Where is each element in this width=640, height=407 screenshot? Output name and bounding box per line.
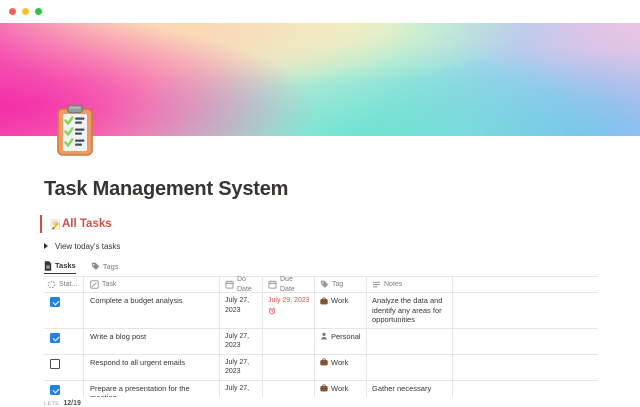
calendar-icon (268, 280, 277, 289)
page-title: Task Management System (44, 178, 289, 200)
toggle-label[interactable]: View today's tasks (55, 242, 120, 251)
tag-label: Work (331, 383, 349, 393)
due-date-cell[interactable] (263, 328, 315, 354)
pencil-square-icon (90, 280, 99, 289)
table-row: Write a blog post July 27, 2023 Personal (44, 328, 598, 355)
all-tasks-heading: All Tasks (40, 215, 640, 233)
table-row-clipped: Prepare a presentation for the meeting J… (44, 380, 598, 397)
due-date-cell[interactable]: July 29, 2023 (263, 293, 315, 328)
notes-cell[interactable]: Gather necessary (367, 380, 453, 397)
notes-cell[interactable]: Analyze the data and identify any areas … (367, 293, 453, 328)
memo-icon (50, 218, 60, 230)
column-header-status[interactable]: Stat... (44, 277, 84, 292)
tag-label: Work (331, 296, 349, 305)
status-cell[interactable] (44, 293, 84, 328)
do-date-cell[interactable]: July 27, 2023 (220, 328, 263, 354)
footer-calc-value: 12/19 (63, 399, 81, 407)
tag-label: Work (331, 357, 349, 367)
row-empty-space[interactable] (453, 355, 598, 380)
task-cell[interactable]: Prepare a presentation for the meeting (84, 380, 220, 397)
tag-icon (91, 262, 99, 270)
briefcase-icon (320, 297, 328, 304)
column-header-task[interactable]: Task (84, 277, 220, 292)
task-cell[interactable]: Respond to all urgent emails (84, 354, 220, 380)
database-view-tabs: Tasks Tags (44, 260, 640, 274)
document-icon (44, 260, 52, 271)
calendar-icon (225, 280, 234, 289)
traffic-light-fullscreen-button[interactable] (35, 8, 42, 15)
tag-cell[interactable]: Personal (315, 328, 367, 354)
traffic-light-minimize-button[interactable] (22, 8, 29, 15)
person-icon (321, 332, 327, 340)
task-cell[interactable]: Write a blog post (84, 328, 220, 354)
due-date-cell[interactable] (263, 380, 315, 397)
table-header-empty-space[interactable] (453, 277, 598, 292)
all-tasks-heading-label: All Tasks (62, 218, 112, 230)
do-date-cell[interactable]: July 27, 2023 (220, 354, 263, 380)
task-checkbox[interactable] (50, 332, 60, 343)
tag-cell[interactable]: Work (315, 380, 367, 397)
notes-cell[interactable] (367, 328, 453, 354)
tag-label: Personal (331, 331, 361, 341)
row-empty-space[interactable] (453, 293, 598, 328)
alarm-clock-icon (268, 307, 276, 314)
traffic-light-close-button[interactable] (9, 8, 16, 15)
briefcase-icon (320, 384, 328, 392)
due-date-cell[interactable] (263, 354, 315, 380)
task-checkbox[interactable] (50, 358, 60, 369)
tag-cell[interactable]: Work (315, 293, 367, 328)
text-lines-icon (372, 281, 381, 288)
overdue-date: July 29, 2023 (268, 297, 309, 304)
row-empty-space[interactable] (453, 329, 598, 354)
task-checkbox[interactable] (50, 384, 60, 395)
do-date-cell[interactable]: July 27, (220, 380, 263, 397)
column-header-do-date[interactable]: Do Date (220, 276, 263, 293)
status-cell[interactable] (44, 380, 84, 397)
notes-cell[interactable] (367, 354, 453, 380)
toggle-view-todays-tasks[interactable]: View today's tasks (44, 240, 640, 252)
column-header-due-date[interactable]: Due Date (263, 276, 315, 293)
table-row: Respond to all urgent emails July 27, 20… (44, 354, 598, 381)
notion-window: Task Management System All Tasks View to… (0, 0, 640, 407)
tag-icon (320, 280, 329, 288)
task-cell[interactable]: Complete a budget analysis (84, 293, 220, 328)
table-row: Prepare a presentation for the meeting J… (44, 380, 598, 397)
briefcase-icon (320, 358, 328, 366)
tab-tasks[interactable]: Tasks (44, 260, 76, 274)
column-header-notes[interactable]: Notes (367, 277, 453, 292)
status-circle-icon (47, 280, 56, 289)
tasks-table: Stat... Task Do Date Due Date Tag Notes … (44, 276, 598, 407)
table-calculation-footer[interactable]: LETE 12/19 (44, 400, 598, 407)
toggle-arrow-icon[interactable] (44, 243, 48, 249)
status-cell[interactable] (44, 328, 84, 354)
table-header-row: Stat... Task Do Date Due Date Tag Notes (44, 276, 598, 293)
tab-tags-label[interactable]: Tags (103, 262, 119, 271)
do-date-cell[interactable]: July 27, 2023 (220, 293, 263, 328)
page-cover-image[interactable] (0, 23, 640, 136)
clipboard-icon[interactable] (55, 104, 95, 157)
window-titlebar (0, 0, 640, 23)
footer-calc-label: LETE (44, 400, 60, 407)
row-empty-space[interactable] (453, 381, 598, 397)
table-row: Complete a budget analysis July 27, 2023… (44, 293, 598, 329)
tab-tags[interactable]: Tags (91, 261, 119, 274)
task-checkbox[interactable] (50, 297, 60, 307)
tag-cell[interactable]: Work (315, 354, 367, 380)
status-cell[interactable] (44, 354, 84, 380)
tab-tasks-label[interactable]: Tasks (55, 261, 76, 270)
column-header-tag[interactable]: Tag (315, 277, 367, 292)
